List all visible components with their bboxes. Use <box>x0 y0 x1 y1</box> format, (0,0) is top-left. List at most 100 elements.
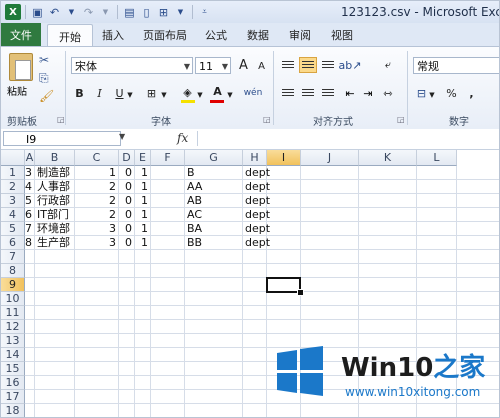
cell-d6[interactable]: 0 <box>119 236 132 250</box>
row-header-16[interactable]: 16 <box>1 376 25 390</box>
paste-icon[interactable] <box>9 53 33 81</box>
font-size-select[interactable]: 11 ▼ <box>195 57 231 74</box>
cell-c1[interactable]: 1 <box>75 166 116 180</box>
column-header-l[interactable]: L <box>417 150 457 166</box>
active-cell-cursor[interactable] <box>266 277 301 293</box>
column-header-i[interactable]: I <box>267 150 301 166</box>
redo-icon[interactable]: ↷ <box>81 4 96 20</box>
cell-e4[interactable]: 1 <box>135 208 148 222</box>
accounting-dropdown-icon[interactable]: ▼ <box>427 87 437 103</box>
cell-h6[interactable]: dept <box>245 236 270 250</box>
tab-file[interactable]: 文件 <box>1 23 41 46</box>
cell-h4[interactable]: dept <box>245 208 270 222</box>
customize-qat-icon[interactable]: ⩡ <box>197 4 212 20</box>
insert-function-icon[interactable]: fx <box>177 131 188 145</box>
cell-e1[interactable]: 1 <box>135 166 148 180</box>
borders-icon[interactable]: ⊞ <box>143 85 160 101</box>
tab-insert[interactable]: 插入 <box>95 23 131 46</box>
shrink-font-button[interactable]: A <box>253 58 270 74</box>
cell-h5[interactable]: dept <box>245 222 270 236</box>
cell-e3[interactable]: 1 <box>135 194 148 208</box>
print-preview-icon[interactable]: ▤ <box>122 4 137 20</box>
cell-g3[interactable]: AB <box>187 194 202 208</box>
cell-b2[interactable]: 人事部 <box>37 180 70 194</box>
column-header-h[interactable]: H <box>243 150 267 166</box>
underline-dropdown-icon[interactable]: ▼ <box>125 87 135 103</box>
column-header-c[interactable]: C <box>75 150 119 166</box>
orientation-icon[interactable]: ab↗ <box>339 57 362 73</box>
merge-center-icon[interactable]: ⇿ <box>379 85 397 101</box>
column-header-f[interactable]: F <box>151 150 185 166</box>
cell-c6[interactable]: 3 <box>75 236 116 250</box>
cell-g1[interactable]: B <box>187 166 195 180</box>
grid-dropdown-icon[interactable]: ▼ <box>173 4 188 20</box>
fill-color-icon[interactable]: ◈ <box>179 84 196 100</box>
row-header-13[interactable]: 13 <box>1 334 25 348</box>
row-header-14[interactable]: 14 <box>1 348 25 362</box>
row-header-17[interactable]: 17 <box>1 390 25 404</box>
cell-g2[interactable]: AA <box>187 180 202 194</box>
wrap-text-icon[interactable]: ⤶ <box>379 57 397 73</box>
cell-g6[interactable]: BB <box>187 236 202 250</box>
align-middle-button[interactable] <box>299 57 317 73</box>
new-document-icon[interactable]: ▯ <box>139 4 154 20</box>
grow-font-button[interactable]: A <box>235 57 252 73</box>
align-bottom-button[interactable] <box>319 57 337 73</box>
cell-d4[interactable]: 0 <box>119 208 132 222</box>
cell-a6[interactable]: 8 <box>25 236 32 250</box>
bold-button[interactable]: B <box>71 85 88 101</box>
italic-button[interactable]: I <box>91 85 108 101</box>
column-header-a[interactable]: A <box>25 150 35 166</box>
row-header-12[interactable]: 12 <box>1 320 25 334</box>
align-center-button[interactable] <box>299 85 317 101</box>
cell-a4[interactable]: 6 <box>25 208 32 222</box>
row-header-8[interactable]: 8 <box>1 264 25 278</box>
tab-review[interactable]: 审阅 <box>283 23 317 46</box>
formula-input[interactable] <box>197 131 498 146</box>
align-right-button[interactable] <box>319 85 337 101</box>
cell-b4[interactable]: IT部门 <box>37 208 69 222</box>
cut-icon[interactable]: ✂ <box>39 53 49 67</box>
font-launcher-icon[interactable]: ◲ <box>263 115 271 124</box>
row-header-18[interactable]: 18 <box>1 404 25 417</box>
decrease-indent-icon[interactable]: ⇤ <box>341 85 359 101</box>
cell-e5[interactable]: 1 <box>135 222 148 236</box>
tab-page-layout[interactable]: 页面布局 <box>137 23 193 46</box>
cell-c3[interactable]: 2 <box>75 194 116 208</box>
cell-a5[interactable]: 7 <box>25 222 32 236</box>
alignment-launcher-icon[interactable]: ◲ <box>397 115 405 124</box>
cell-d2[interactable]: 0 <box>119 180 132 194</box>
cell-h1[interactable]: dept <box>245 166 270 180</box>
cell-c4[interactable]: 2 <box>75 208 116 222</box>
cell-e2[interactable]: 1 <box>135 180 148 194</box>
number-format-select[interactable]: 常规 <box>413 57 499 74</box>
borders-dropdown-icon[interactable]: ▼ <box>159 87 169 103</box>
cell-a2[interactable]: 4 <box>25 180 32 194</box>
row-header-4[interactable]: 4 <box>1 208 25 222</box>
cell-d3[interactable]: 0 <box>119 194 132 208</box>
name-box-dropdown-icon[interactable]: ▼ <box>119 132 125 141</box>
cell-b1[interactable]: 制造部 <box>37 166 70 180</box>
cell-h2[interactable]: dept <box>245 180 270 194</box>
row-header-9[interactable]: 9 <box>1 278 25 292</box>
format-painter-icon[interactable]: 🖌 <box>39 89 54 103</box>
undo-dropdown-icon[interactable]: ▼ <box>64 4 79 20</box>
cell-c5[interactable]: 3 <box>75 222 116 236</box>
row-header-11[interactable]: 11 <box>1 306 25 320</box>
redo-dropdown-icon[interactable]: ▼ <box>98 4 113 20</box>
clipboard-launcher-icon[interactable]: ◲ <box>57 115 65 124</box>
row-header-1[interactable]: 1 <box>1 166 25 180</box>
row-header-2[interactable]: 2 <box>1 180 25 194</box>
column-header-b[interactable]: B <box>35 150 75 166</box>
fill-color-dropdown-icon[interactable]: ▼ <box>195 87 205 103</box>
undo-icon[interactable]: ↶ <box>47 4 62 20</box>
row-header-6[interactable]: 6 <box>1 236 25 250</box>
font-color-dropdown-icon[interactable]: ▼ <box>225 87 235 103</box>
font-color-icon[interactable]: A <box>209 83 226 99</box>
cell-a1[interactable]: 3 <box>25 166 32 180</box>
percent-style-button[interactable]: % <box>443 85 460 101</box>
copy-icon[interactable]: ⎘ <box>39 71 49 86</box>
fill-handle[interactable] <box>297 289 304 296</box>
paste-button-label[interactable]: 粘贴 <box>7 83 27 98</box>
tab-view[interactable]: 视图 <box>325 23 359 46</box>
